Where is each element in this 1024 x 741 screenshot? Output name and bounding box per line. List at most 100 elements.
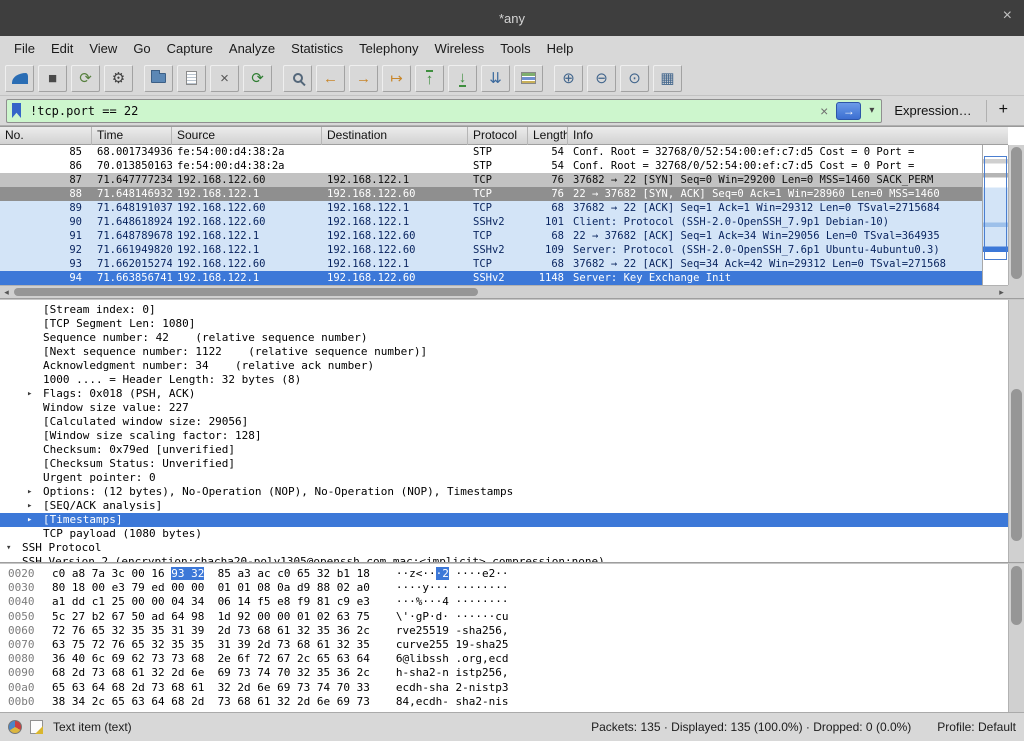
scroll-right-arrow-icon[interactable]: ▸ xyxy=(995,286,1008,298)
column-header-length[interactable]: Length xyxy=(528,127,568,145)
file-close-button[interactable]: × xyxy=(210,65,239,92)
menu-edit[interactable]: Edit xyxy=(43,38,81,59)
hex-row[interactable]: 006072 76 65 32 35 35 31 39 2d 73 68 61 … xyxy=(8,624,1008,638)
column-header-time[interactable]: Time xyxy=(92,127,172,145)
detail-line[interactable]: SSH Version 2 (encryption:chacha20-poly1… xyxy=(0,555,1008,562)
column-header-protocol[interactable]: Protocol xyxy=(468,127,528,145)
zoom-out-button[interactable]: ⊖ xyxy=(587,65,616,92)
go-back-button[interactable]: ← xyxy=(316,65,345,92)
menu-capture[interactable]: Capture xyxy=(159,38,221,59)
detail-line[interactable]: [Window size scaling factor: 128] xyxy=(0,429,1008,443)
detail-line[interactable]: [Checksum Status: Unverified] xyxy=(0,457,1008,471)
expression-button[interactable]: Expression… xyxy=(894,103,971,118)
detail-line[interactable]: ▸Options: (12 bytes), No-Operation (NOP)… xyxy=(0,485,1008,499)
menu-help[interactable]: Help xyxy=(539,38,582,59)
column-header-info[interactable]: Info xyxy=(568,127,1008,145)
detail-line[interactable]: [TCP Segment Len: 1080] xyxy=(0,317,1008,331)
hex-row[interactable]: 00a065 63 64 68 2d 73 68 61 32 2d 6e 69 … xyxy=(8,681,1008,695)
packet-row-87[interactable]: 8771.647777234192.168.122.60192.168.122.… xyxy=(0,173,982,187)
detail-line[interactable]: ▸Flags: 0x018 (PSH, ACK) xyxy=(0,387,1008,401)
details-scrollbar[interactable] xyxy=(1008,300,1024,562)
filter-apply-button[interactable]: → xyxy=(836,102,861,120)
packet-list-horizontal-scrollbar[interactable]: ◂ ▸ xyxy=(0,285,1008,298)
resize-columns-button[interactable]: ▦ xyxy=(653,65,682,92)
packet-row-85[interactable]: 8568.001734936fe:54:00:d4:38:2aSTP54Conf… xyxy=(0,145,982,159)
scrollbar-thumb[interactable] xyxy=(1011,389,1022,541)
column-header-no[interactable]: No. xyxy=(0,127,92,145)
profile-text[interactable]: Profile: Default xyxy=(937,720,1016,734)
column-header-source[interactable]: Source xyxy=(172,127,322,145)
packet-row-91[interactable]: 9171.648789678192.168.122.1192.168.122.6… xyxy=(0,229,982,243)
zoom-original-button[interactable]: ⊙ xyxy=(620,65,649,92)
menu-analyze[interactable]: Analyze xyxy=(221,38,283,59)
packet-row-93[interactable]: 9371.662015274192.168.122.60192.168.122.… xyxy=(0,257,982,271)
packet-list-minimap[interactable] xyxy=(982,145,1008,286)
packet-row-89[interactable]: 8971.648191037192.168.122.60192.168.122.… xyxy=(0,201,982,215)
capture-start-button[interactable] xyxy=(5,65,34,92)
detail-line[interactable]: [Stream index: 0] xyxy=(0,303,1008,317)
hex-scrollbar[interactable] xyxy=(1008,564,1024,712)
auto-scroll-button[interactable]: ⇊ xyxy=(481,65,510,92)
detail-line[interactable]: ▸[SEQ/ACK analysis] xyxy=(0,499,1008,513)
expander-icon[interactable]: ▸ xyxy=(27,387,43,401)
menu-view[interactable]: View xyxy=(81,38,125,59)
hex-row[interactable]: 00b038 34 2c 65 63 64 68 2d 73 68 61 32 … xyxy=(8,695,1008,709)
filter-dropdown-caret-icon[interactable]: ▾ xyxy=(867,105,876,116)
detail-line[interactable]: Window size value: 227 xyxy=(0,401,1008,415)
close-window-button[interactable]: × xyxy=(1003,8,1012,24)
expander-icon[interactable]: ▸ xyxy=(27,499,43,513)
detail-line[interactable]: Checksum: 0x79ed [unverified] xyxy=(0,443,1008,457)
expander-icon[interactable]: ▸ xyxy=(27,485,43,499)
detail-line[interactable]: ▾SSH Protocol xyxy=(0,541,1008,555)
detail-line[interactable]: Sequence number: 42 (relative sequence n… xyxy=(0,331,1008,345)
scroll-left-arrow-icon[interactable]: ◂ xyxy=(0,286,13,298)
expander-icon[interactable]: ▸ xyxy=(27,513,43,527)
hex-row[interactable]: 003080 18 00 e3 79 ed 00 00 01 01 08 0a … xyxy=(8,581,1008,595)
scrollbar-thumb[interactable] xyxy=(14,288,478,296)
expert-info-icon[interactable] xyxy=(8,720,22,734)
menu-tools[interactable]: Tools xyxy=(492,38,538,59)
packet-row-90[interactable]: 9071.648618924192.168.122.60192.168.122.… xyxy=(0,215,982,229)
detail-line[interactable]: TCP payload (1080 bytes) xyxy=(0,527,1008,541)
packet-list-vertical-scrollbar[interactable] xyxy=(1008,145,1024,286)
find-packet-button[interactable] xyxy=(283,65,312,92)
scrollbar-thumb[interactable] xyxy=(1011,147,1022,279)
file-open-button[interactable] xyxy=(144,65,173,92)
go-forward-button[interactable]: → xyxy=(349,65,378,92)
packet-row-92[interactable]: 9271.661949820192.168.122.1192.168.122.6… xyxy=(0,243,982,257)
expander-icon[interactable]: ▾ xyxy=(6,541,22,555)
colorize-button[interactable] xyxy=(514,65,543,92)
go-last-button[interactable]: ↓ xyxy=(448,65,477,92)
packet-row-86[interactable]: 8670.013850163fe:54:00:d4:38:2aSTP54Conf… xyxy=(0,159,982,173)
capture-comment-icon[interactable] xyxy=(30,720,43,734)
menu-go[interactable]: Go xyxy=(125,38,158,59)
packet-row-88[interactable]: 8871.648146932192.168.122.1192.168.122.6… xyxy=(0,187,982,201)
reload-button[interactable]: ⟳ xyxy=(243,65,272,92)
go-first-button[interactable]: ↑ xyxy=(415,65,444,92)
zoom-in-button[interactable]: ⊕ xyxy=(554,65,583,92)
detail-line[interactable]: [Next sequence number: 1122 (relative se… xyxy=(0,345,1008,359)
menu-wireless[interactable]: Wireless xyxy=(426,38,492,59)
menu-file[interactable]: File xyxy=(6,38,43,59)
detail-line[interactable]: [Calculated window size: 29056] xyxy=(0,415,1008,429)
hex-row[interactable]: 009068 2d 73 68 61 32 2d 6e 69 73 74 70 … xyxy=(8,666,1008,680)
capture-restart-button[interactable]: ⟳ xyxy=(71,65,100,92)
capture-options-button[interactable]: ⚙ xyxy=(104,65,133,92)
hex-row[interactable]: 008036 40 6c 69 62 73 73 68 2e 6f 72 67 … xyxy=(8,652,1008,666)
filter-bookmark-icon[interactable] xyxy=(12,103,21,118)
column-header-destination[interactable]: Destination xyxy=(322,127,468,145)
go-to-packet-button[interactable]: ↦ xyxy=(382,65,411,92)
detail-line[interactable]: Urgent pointer: 0 xyxy=(0,471,1008,485)
detail-line[interactable]: Acknowledgment number: 34 (relative ack … xyxy=(0,359,1008,373)
menu-statistics[interactable]: Statistics xyxy=(283,38,351,59)
display-filter-input[interactable]: !tcp.port == 22 × → ▾ xyxy=(6,99,882,123)
file-save-button[interactable] xyxy=(177,65,206,92)
hex-row[interactable]: 0020c0 a8 7a 3c 00 16 93 32 85 a3 ac c0 … xyxy=(8,567,1008,581)
detail-line[interactable]: ▸[Timestamps] xyxy=(0,513,1008,527)
filter-clear-icon[interactable]: × xyxy=(820,103,828,119)
detail-line[interactable]: 1000 .... = Header Length: 32 bytes (8) xyxy=(0,373,1008,387)
hex-row[interactable]: 0040a1 dd c1 25 00 00 04 34 06 14 f5 e8 … xyxy=(8,595,1008,609)
packet-row-94[interactable]: 9471.663856741192.168.122.1192.168.122.6… xyxy=(0,271,982,285)
hex-row[interactable]: 007063 75 72 76 65 32 35 35 31 39 2d 73 … xyxy=(8,638,1008,652)
hex-row[interactable]: 00505c 27 b2 67 50 ad 64 98 1d 92 00 00 … xyxy=(8,610,1008,624)
